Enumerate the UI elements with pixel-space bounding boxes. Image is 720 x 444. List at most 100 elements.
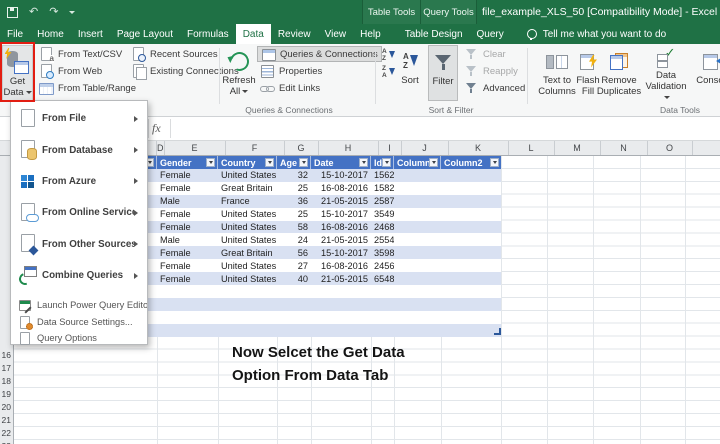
table-resize-handle[interactable] xyxy=(494,328,501,335)
contextual-ribbon-tab[interactable]: Table Design xyxy=(398,24,470,44)
column-header[interactable]: J xyxy=(402,141,449,155)
menu-item[interactable]: From Azure xyxy=(11,166,147,197)
column-header[interactable]: L xyxy=(509,141,555,155)
save-icon[interactable] xyxy=(7,7,18,18)
ribbon-tab-label: Home xyxy=(37,29,64,40)
ribbon-tab[interactable]: Data xyxy=(236,24,271,44)
cell-gender: Male xyxy=(157,235,218,245)
tell-me-box[interactable]: Tell me what you want to do xyxy=(527,24,666,44)
ribbon-small-button[interactable]: Clear xyxy=(461,46,528,62)
ribbon-button-label: Properties xyxy=(279,66,322,77)
menu-item[interactable]: From Online Services xyxy=(11,197,147,228)
empty-table-row xyxy=(141,285,501,298)
data-tools-button[interactable]: Data Validation xyxy=(642,45,690,103)
column-header[interactable]: H xyxy=(319,141,379,155)
row-header[interactable]: 17 xyxy=(0,362,13,375)
column-header[interactable]: O xyxy=(648,141,693,155)
column-header[interactable]: M xyxy=(555,141,601,155)
annotation-line2: Option From Data Tab xyxy=(232,365,405,388)
contextual-ribbon-tabs: Table Design Query xyxy=(398,24,511,44)
table-row[interactable]: Female Great Britain 56 15-10-2017 3598 xyxy=(141,246,501,259)
menu-item[interactable]: Query Options xyxy=(11,330,147,346)
ribbon-tab-bar: File Home Insert Page Layout Formulas Da… xyxy=(0,24,720,44)
filter-dropdown-icon[interactable] xyxy=(265,158,274,167)
get-data-button[interactable]: Get Data xyxy=(2,45,33,101)
data-tools-button[interactable]: Consol xyxy=(692,45,720,103)
column-header[interactable]: D xyxy=(157,141,165,155)
cell-country: United States xyxy=(218,235,277,245)
ribbon-small-button[interactable]: Edit Links xyxy=(257,80,382,96)
table-row[interactable]: Male United States 24 21-05-2015 2554 xyxy=(141,233,501,246)
table-row[interactable]: Female Great Britain 25 16-08-2016 1582 xyxy=(141,182,501,195)
refresh-all-button[interactable]: Refresh All xyxy=(222,45,256,101)
filter-dropdown-icon[interactable] xyxy=(382,158,391,167)
filter-button[interactable]: Filter xyxy=(428,45,458,101)
undo-icon[interactable]: ↶ xyxy=(29,7,38,18)
ribbon-button-label: From Table/Range xyxy=(58,83,136,94)
filter-dropdown-icon[interactable] xyxy=(206,158,215,167)
ribbon-tab[interactable]: Home xyxy=(30,24,71,44)
table-row[interactable]: Female United States 25 15-10-2017 3549 xyxy=(141,208,501,221)
sort-button[interactable]: Sort xyxy=(395,45,425,101)
filter-dropdown-icon[interactable] xyxy=(429,158,438,167)
filter-dropdown-icon[interactable] xyxy=(359,158,368,167)
column-header[interactable]: I xyxy=(379,141,402,155)
row-header[interactable]: 18 xyxy=(0,375,13,388)
column-header[interactable]: G xyxy=(285,141,319,155)
row-header[interactable]: 19 xyxy=(0,388,13,401)
column-header[interactable]: F xyxy=(226,141,285,155)
cell-id: 2456 xyxy=(371,261,394,271)
column-header[interactable]: K xyxy=(449,141,509,155)
menu-item[interactable]: Combine Queries xyxy=(11,260,147,291)
row-header[interactable]: 22 xyxy=(0,426,13,439)
customize-qat-icon[interactable] xyxy=(69,11,75,14)
column-header[interactable]: E xyxy=(165,141,226,155)
table-row[interactable]: Female United States 58 16-08-2016 2468 xyxy=(141,221,501,234)
row-header[interactable]: 16 xyxy=(0,349,13,362)
ribbon-small-button[interactable]: Advanced xyxy=(461,80,528,96)
sort-dialog-icon xyxy=(400,51,420,71)
table-row[interactable]: Male France 36 21-05-2015 2587 xyxy=(141,195,501,208)
table-row[interactable]: Female United States 40 21-05-2015 6548 xyxy=(141,272,501,285)
ribbon-small-button[interactable]: From Table/Range xyxy=(36,80,139,96)
table-row[interactable]: Female United States 32 15-10-2017 1562 xyxy=(141,169,501,182)
fx-icon: fx xyxy=(152,121,161,136)
ribbon-tab[interactable]: File xyxy=(0,24,30,44)
ribbon-button-icon xyxy=(39,64,54,79)
ribbon-tab[interactable]: Formulas xyxy=(180,24,236,44)
ribbon-small-button[interactable]: Reapply xyxy=(461,63,528,79)
menu-item-icon xyxy=(18,298,32,312)
row-header[interactable]: 23 xyxy=(0,439,13,444)
table-row[interactable]: Female United States 27 16-08-2016 2456 xyxy=(141,259,501,272)
ribbon-small-button[interactable]: Queries & Connections xyxy=(257,46,382,62)
ribbon-tab[interactable]: Page Layout xyxy=(110,24,180,44)
menu-item[interactable]: From File xyxy=(11,103,147,134)
filter-label: Filter xyxy=(432,76,453,87)
row-header[interactable]: 20 xyxy=(0,401,13,414)
menu-item[interactable]: From Other Sources xyxy=(11,229,147,260)
ribbon-tab[interactable]: Review xyxy=(271,24,318,44)
row-header[interactable]: 21 xyxy=(0,413,13,426)
submenu-arrow-icon xyxy=(134,178,142,184)
column-header[interactable]: N xyxy=(601,141,648,155)
get-data-command-items: Launch Power Query Editor... Data Source… xyxy=(11,297,147,346)
menu-item[interactable]: Data Source Settings... xyxy=(11,314,147,330)
contextual-ribbon-tab[interactable]: Query xyxy=(470,24,511,44)
empty-table-row xyxy=(141,311,501,324)
ribbon-small-button[interactable]: Properties xyxy=(257,63,382,79)
ribbon-tab[interactable]: View xyxy=(318,24,354,44)
ribbon-tab-label: Formulas xyxy=(187,29,229,40)
menu-item[interactable]: Launch Power Query Editor... xyxy=(11,297,147,313)
filter-dropdown-icon[interactable] xyxy=(299,158,308,167)
dropdown-arrow-icon xyxy=(242,90,248,93)
ribbon-small-button[interactable]: From Web xyxy=(36,63,139,79)
submenu-arrow-icon xyxy=(134,241,142,247)
ribbon-small-button[interactable]: From Text/CSV xyxy=(36,46,139,62)
menu-item[interactable]: From Database xyxy=(11,134,147,165)
data-tools-button[interactable]: Remove Duplicates xyxy=(594,45,644,103)
filter-dropdown-icon[interactable] xyxy=(490,158,499,167)
ribbon-tab[interactable]: Help xyxy=(353,24,388,44)
menu-item-label: From Azure xyxy=(42,176,134,187)
redo-icon[interactable]: ↷ xyxy=(49,7,58,18)
ribbon-tab[interactable]: Insert xyxy=(71,24,110,44)
